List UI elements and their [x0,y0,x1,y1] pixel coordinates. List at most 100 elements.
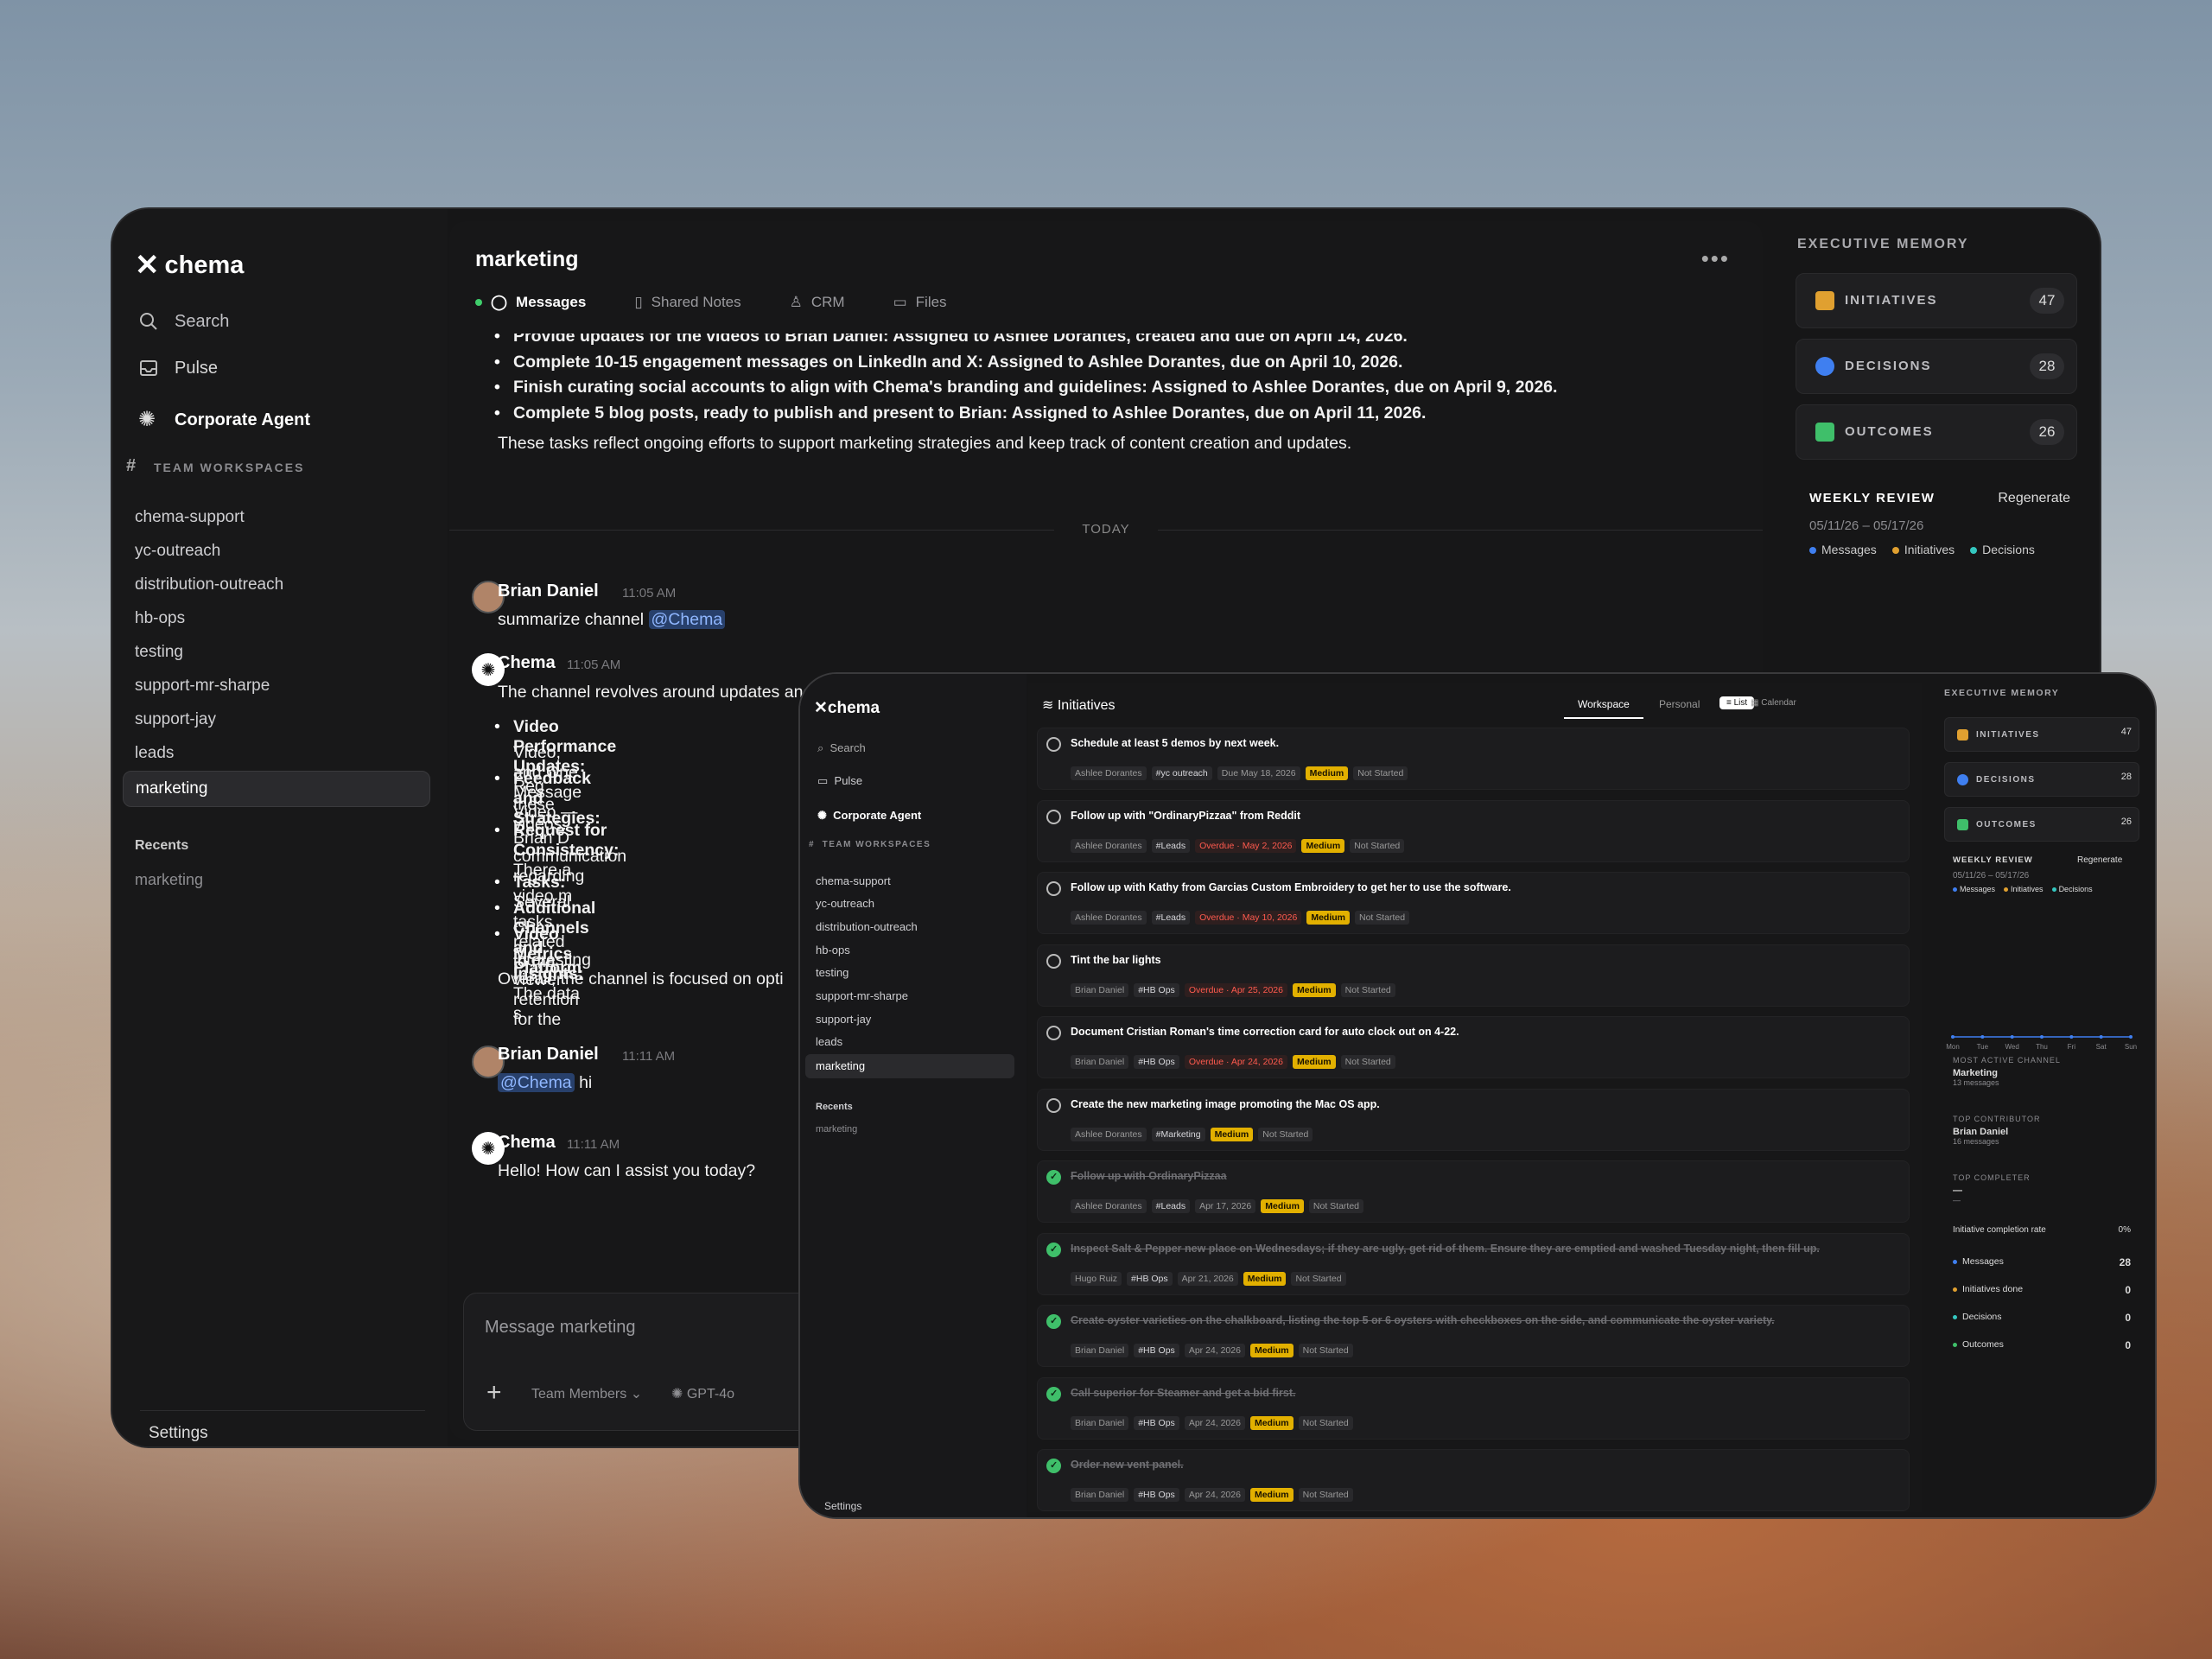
trend-icon [1815,423,1834,442]
decision-icon [1815,357,1834,376]
recent-marketing[interactable]: marketing [816,1124,857,1135]
priority-badge: Medium [1306,911,1350,925]
username[interactable]: Chema [498,653,556,673]
calendar-view-button[interactable]: ▦ Calendar [1751,698,1796,708]
app-logo[interactable]: ✕chema [814,698,880,718]
mention[interactable]: @Chema [648,610,726,629]
channel-support-mr-sharpe[interactable]: support-mr-sharpe [816,989,908,1002]
x-tick-label: Tue [1977,1043,1989,1051]
initiative-row[interactable]: Schedule at least 5 demos by next week. A… [1037,728,1910,790]
owner-tag: Brian Daniel [1071,1055,1129,1069]
initiative-row[interactable]: Create oyster varieties on the chalkboar… [1037,1305,1910,1367]
tab-messages[interactable]: ◯ Messages [475,294,586,311]
model-selector[interactable]: ✺ GPT-4o [671,1385,734,1402]
channel-hb-ops[interactable]: hb-ops [135,609,185,628]
logo-icon: ✕ [135,249,160,282]
team-members-dropdown[interactable]: Team Members ⌄ [531,1385,642,1402]
mention[interactable]: @Chema [498,1073,575,1092]
pulse-button[interactable]: Pulse [138,358,218,378]
more-options-icon[interactable]: ••• [1701,245,1730,272]
status-checkbox[interactable] [1046,953,1061,969]
channel-marketing[interactable]: marketing [123,771,430,807]
status-badge: Not Started [1291,1271,1346,1286]
corporate-agent-button[interactable]: ✺ Corporate Agent [138,410,310,430]
weekly-chart: Mon Tue Wed Thu Fri Sat Sun [1946,1035,2137,1051]
initiative-row[interactable]: Follow up with Kathy from Garcias Custom… [1037,872,1910,934]
initiative-row[interactable]: Inspect Salt & Pepper new place on Wedne… [1037,1232,1910,1295]
tab-shared-notes[interactable]: ▯ Shared Notes [634,294,741,311]
channel-leads[interactable]: leads [135,744,174,763]
corporate-agent-button[interactable]: ✺ Corporate Agent [817,809,921,823]
channel-yc-outreach[interactable]: yc-outreach [816,897,874,910]
initiative-row[interactable]: Follow up with OrdinaryPizzaa Ashlee Dora… [1037,1160,1910,1223]
channel-yc-outreach[interactable]: yc-outreach [135,542,220,561]
status-checkbox[interactable] [1046,881,1061,896]
regenerate-button[interactable]: Regenerate [1998,491,2070,506]
decisions-card[interactable]: DECISIONS 28 [1944,762,2139,797]
status-checkbox[interactable] [1046,1386,1061,1402]
search-button[interactable]: Search [138,311,229,332]
search-button[interactable]: ⌕ Search [817,741,866,755]
channel-support-jay[interactable]: support-jay [816,1013,871,1026]
initiative-row[interactable]: Tint the bar lights Brian Daniel #HB Ops Ov… [1037,944,1910,1007]
legend-decisions: Decisions [2051,885,2093,893]
status-badge: Not Started [1298,1488,1353,1502]
channel-marketing[interactable]: marketing [805,1054,1014,1078]
channel-distribution-outreach[interactable]: distribution-outreach [816,920,918,933]
plus-icon[interactable]: + [486,1378,502,1408]
executive-memory-label: EXECUTIVE MEMORY [1944,688,2060,698]
sidebar: ✕ chema Search Pulse ✺ Corporate Agent # … [112,209,448,1446]
settings-button[interactable]: Settings [824,1500,861,1512]
initiatives-card[interactable]: INITIATIVES 47 [1944,717,2139,752]
status-checkbox[interactable] [1046,809,1061,824]
tab-personal[interactable]: Personal [1659,698,1700,710]
initiatives-main: ≋ Initiatives Workspace Personal ≡ List … [1028,683,1922,1512]
channel-distribution-outreach[interactable]: distribution-outreach [135,575,283,594]
channel-chema-support[interactable]: chema-support [135,508,245,527]
outcomes-card[interactable]: OUTCOMES 26 [1944,807,2139,842]
initiative-tags: Ashlee Dorantes #Marketing Medium Not Start… [1071,1127,1313,1141]
due-date-tag: Overdue · Apr 25, 2026 [1184,982,1287,997]
regenerate-button[interactable]: Regenerate [2077,855,2122,865]
initiatives-card[interactable]: INITIATIVES 47 [1796,273,2077,328]
status-checkbox[interactable] [1046,1314,1061,1329]
status-checkbox[interactable] [1046,1459,1061,1473]
message-text: Hello! How can I assist you today? [498,1161,756,1180]
decisions-card[interactable]: DECISIONS 28 [1796,339,2077,394]
tab-workspace[interactable]: Workspace [1564,698,1643,719]
channel-leads[interactable]: leads [816,1035,842,1048]
channel-testing[interactable]: testing [135,643,183,662]
tab-files[interactable]: ▭ Files [893,294,947,311]
initiative-title: Create oyster varieties on the chalkboar… [1071,1314,1775,1326]
status-checkbox[interactable] [1046,1026,1061,1040]
channel-tag: #HB Ops [1127,1271,1173,1286]
status-checkbox[interactable] [1046,1097,1061,1113]
settings-button[interactable]: Settings [140,1410,424,1443]
channel-chema-support[interactable]: chema-support [816,874,891,887]
initiative-row[interactable]: Order new vent panel. Brian Daniel #HB Ops… [1037,1449,1910,1511]
initiative-row[interactable]: Call superior for Steamer and get a bid … [1037,1376,1910,1440]
tab-crm[interactable]: ♙ CRM [790,294,845,311]
list-view-button[interactable]: ≡ List [1719,696,1755,709]
channel-support-mr-sharpe[interactable]: support-mr-sharpe [135,677,270,696]
weekly-range: 05/11/26 – 05/17/26 [1809,518,1924,533]
message-input[interactable]: Message marketing [485,1318,636,1338]
channel-hb-ops[interactable]: hb-ops [816,944,850,957]
initiative-row[interactable]: Follow up with "OrdinaryPizzaa" from Red… [1037,799,1910,862]
outcomes-card[interactable]: OUTCOMES 26 [1796,404,2077,460]
pulse-button[interactable]: ▭ Pulse [817,774,862,788]
initiative-row[interactable]: Create the new marketing image promoting… [1037,1088,1910,1151]
due-date-tag: Overdue · May 2, 2026 [1195,838,1297,853]
username[interactable]: Brian Daniel [498,1045,599,1065]
status-checkbox[interactable] [1046,737,1061,752]
initiative-row[interactable]: Document Cristian Roman's time correctio… [1037,1016,1910,1078]
username[interactable]: Chema [498,1133,556,1153]
username[interactable]: Brian Daniel [498,582,599,601]
status-checkbox[interactable] [1046,1242,1061,1257]
recent-marketing[interactable]: marketing [135,871,203,889]
status-checkbox[interactable] [1046,1170,1061,1185]
channel-testing[interactable]: testing [816,966,849,979]
owner-tag: Hugo Ruiz [1071,1271,1122,1286]
channel-support-jay[interactable]: support-jay [135,710,216,729]
app-logo[interactable]: ✕chema [135,251,244,280]
